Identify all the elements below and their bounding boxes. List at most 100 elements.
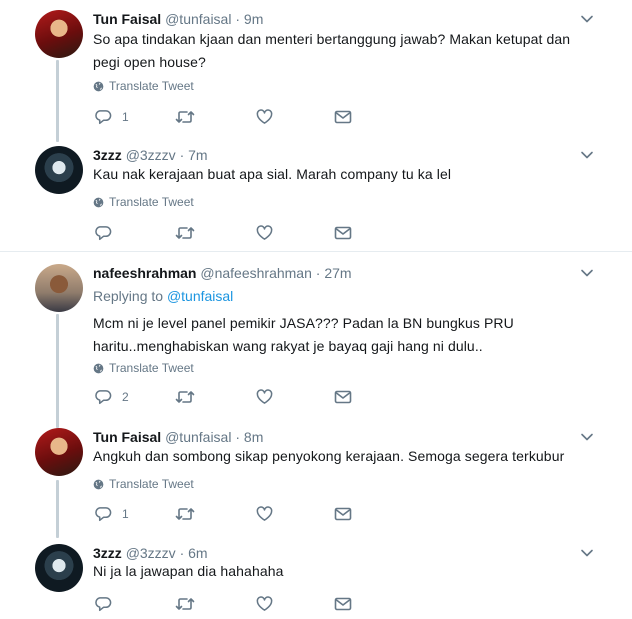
tweet-header: 3zzz @3zzzv · 7m	[93, 146, 208, 164]
like-icon	[256, 109, 273, 124]
translate-tweet-link[interactable]: Translate Tweet	[93, 78, 194, 94]
message-icon	[334, 226, 352, 240]
timestamp[interactable]: 9m	[244, 11, 263, 27]
display-name[interactable]: 3zzz	[93, 147, 122, 163]
message-button[interactable]	[334, 389, 352, 405]
thread-divider	[0, 251, 632, 252]
avatar[interactable]	[35, 264, 83, 312]
tweet-item[interactable]: 3zzz @3zzzv · 7m Kau nak kerajaan buat a…	[0, 146, 632, 244]
tweet-text: Mcm ni je level panel pemikir JASA??? Pa…	[93, 312, 593, 358]
avatar[interactable]	[35, 10, 83, 58]
reply-icon	[95, 390, 112, 405]
reply-button[interactable]: 1	[95, 109, 129, 125]
translate-tweet-link[interactable]: Translate Tweet	[93, 360, 194, 376]
tweet-text-line: Angkuh dan sombong sikap penyokong keraj…	[93, 448, 565, 464]
replying-to-handle-link[interactable]: @tunfaisal	[167, 288, 233, 304]
message-button[interactable]	[334, 109, 352, 125]
translate-label: Translate Tweet	[109, 79, 194, 93]
like-button[interactable]	[256, 596, 273, 612]
chevron-down-icon[interactable]	[580, 148, 594, 162]
display-name[interactable]: Tun Faisal	[93, 11, 161, 27]
reply-button[interactable]: 2	[95, 389, 129, 405]
message-icon	[334, 110, 352, 124]
tweet-text-line: Ni ja la jawapan dia hahahaha	[93, 563, 284, 579]
timestamp[interactable]: 6m	[188, 545, 207, 561]
user-handle[interactable]: @3zzzv	[126, 147, 176, 163]
message-icon	[334, 597, 352, 611]
chevron-down-icon[interactable]	[580, 430, 594, 444]
timestamp[interactable]: 7m	[188, 147, 207, 163]
user-handle[interactable]: @tunfaisal	[165, 429, 231, 445]
reply-icon	[95, 597, 112, 612]
reply-count: 1	[122, 110, 129, 124]
message-button[interactable]	[334, 506, 352, 522]
retweet-button[interactable]	[175, 506, 195, 522]
tweet-text-line: haritu..menghabiskan wang rakyat je baya…	[93, 338, 483, 354]
reply-button[interactable]	[95, 596, 112, 612]
tweet-text: Ni ja la jawapan dia hahahaha	[93, 560, 593, 583]
chevron-down-icon[interactable]	[580, 266, 594, 280]
display-name[interactable]: 3zzz	[93, 545, 122, 561]
tweet-item[interactable]: Tun Faisal @tunfaisal · 8m Angkuh dan so…	[0, 428, 632, 526]
user-handle[interactable]: @tunfaisal	[165, 11, 231, 27]
message-button[interactable]	[334, 225, 352, 241]
retweet-button[interactable]	[175, 225, 195, 241]
avatar[interactable]	[35, 428, 83, 476]
tweet-text-line: Mcm ni je level panel pemikir JASA??? Pa…	[93, 315, 514, 331]
message-icon	[334, 507, 352, 521]
tweet-text: Angkuh dan sombong sikap penyokong keraj…	[93, 445, 593, 468]
tweet-item[interactable]: nafeeshrahman @nafeeshrahman · 27m Reply…	[0, 264, 632, 414]
reply-button[interactable]: 1	[95, 506, 129, 522]
like-icon	[256, 506, 273, 521]
globe-icon	[93, 197, 104, 207]
like-icon	[256, 225, 273, 240]
tweet-header: Tun Faisal @tunfaisal · 9m	[93, 10, 263, 28]
like-button[interactable]	[256, 506, 273, 522]
avatar[interactable]	[35, 146, 83, 194]
tweet-text: Kau nak kerajaan buat apa sial. Marah co…	[93, 163, 593, 186]
retweet-icon	[175, 391, 195, 403]
tweet-actions: 1	[93, 109, 363, 127]
replying-to: Replying to @tunfaisal	[93, 287, 233, 305]
translate-tweet-link[interactable]: Translate Tweet	[93, 476, 194, 492]
retweet-icon	[175, 598, 195, 610]
tweet-actions: 1	[93, 506, 363, 524]
retweet-button[interactable]	[175, 109, 195, 125]
tweet-header: nafeeshrahman @nafeeshrahman · 27m	[93, 264, 352, 282]
chevron-down-icon[interactable]	[580, 546, 594, 560]
retweet-icon	[175, 111, 195, 123]
separator-dot: ·	[179, 545, 185, 561]
separator-dot: ·	[235, 429, 241, 445]
user-handle[interactable]: @nafeeshrahman	[200, 265, 312, 281]
separator-dot: ·	[235, 11, 241, 27]
tweet-text-line: Kau nak kerajaan buat apa sial. Marah co…	[93, 166, 452, 182]
retweet-icon	[175, 508, 195, 520]
like-icon	[256, 389, 273, 404]
like-button[interactable]	[256, 225, 273, 241]
timestamp[interactable]: 8m	[244, 429, 263, 445]
translate-label: Translate Tweet	[109, 195, 194, 209]
tweet-text: So apa tindakan kjaan dan menteri bertan…	[93, 28, 593, 74]
message-button[interactable]	[334, 596, 352, 612]
like-button[interactable]	[256, 109, 273, 125]
display-name[interactable]: Tun Faisal	[93, 429, 161, 445]
globe-icon	[93, 479, 104, 489]
tweet-actions	[93, 596, 363, 614]
reply-count: 2	[122, 390, 129, 404]
retweet-button[interactable]	[175, 596, 195, 612]
globe-icon	[93, 363, 104, 373]
user-handle[interactable]: @3zzzv	[126, 545, 176, 561]
retweet-button[interactable]	[175, 389, 195, 405]
like-button[interactable]	[256, 389, 273, 405]
tweet-item[interactable]: 3zzz @3zzzv · 6m Ni ja la jawapan dia ha…	[0, 544, 632, 619]
tweet-text-line: So apa tindakan kjaan dan menteri bertan…	[93, 31, 571, 47]
translate-tweet-link[interactable]: Translate Tweet	[93, 194, 194, 210]
timestamp[interactable]: 27m	[324, 265, 351, 281]
reply-button[interactable]	[95, 225, 112, 241]
globe-icon	[93, 81, 104, 91]
display-name[interactable]: nafeeshrahman	[93, 265, 196, 281]
chevron-down-icon[interactable]	[580, 12, 594, 26]
tweet-actions: 2	[93, 389, 363, 407]
avatar[interactable]	[35, 544, 83, 592]
tweet-item[interactable]: Tun Faisal @tunfaisal · 9m So apa tindak…	[0, 10, 632, 130]
